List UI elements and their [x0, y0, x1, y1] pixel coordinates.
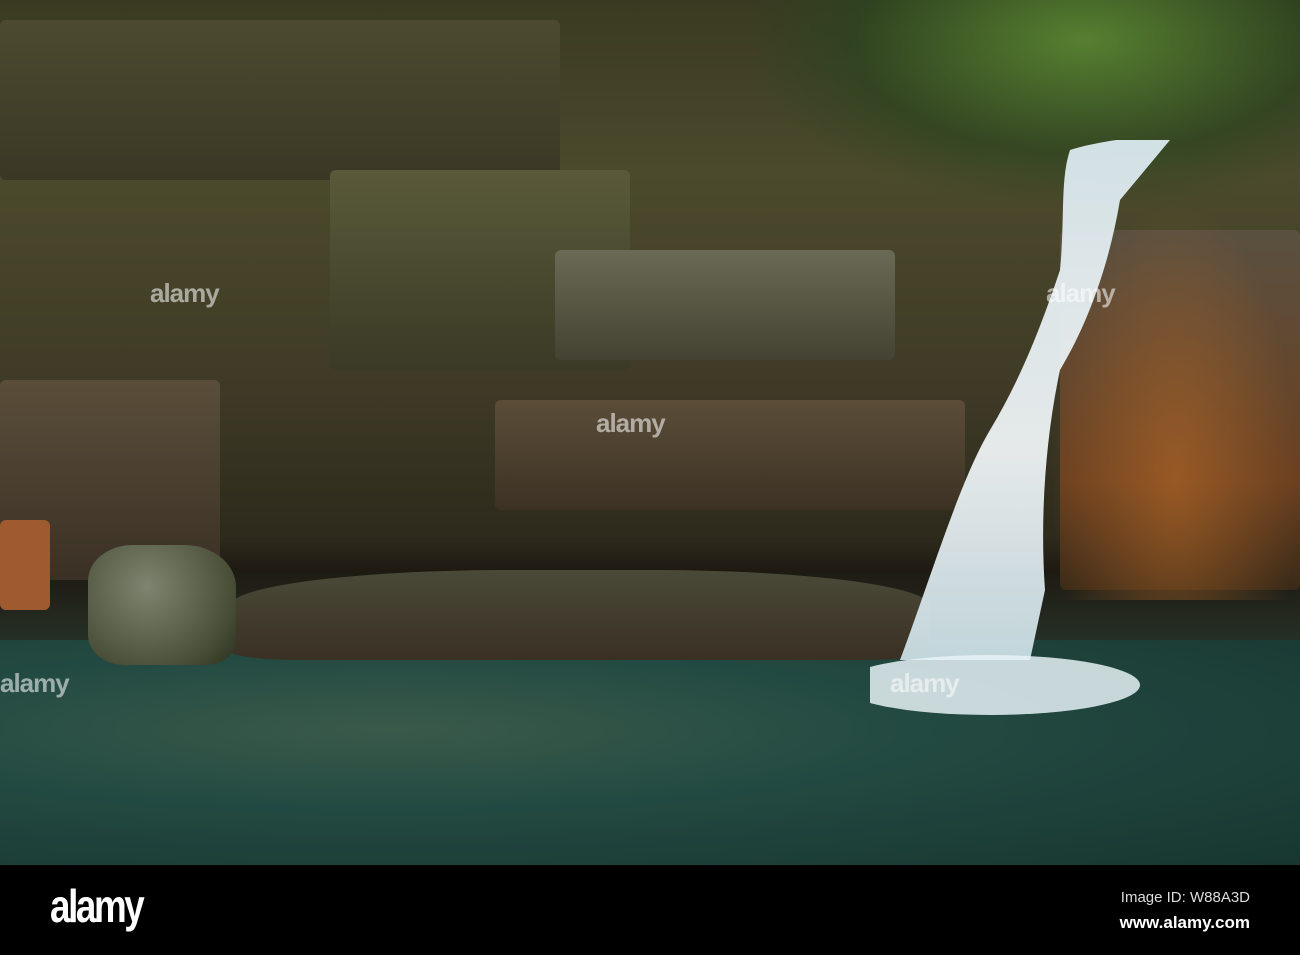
- alamy-logo: alamy: [50, 880, 145, 932]
- rock-block: [0, 20, 560, 180]
- boulder: [88, 545, 236, 665]
- waterfall: [870, 140, 1170, 715]
- footer-bar: alamy Image ID: W88A3D www.alamy.com: [0, 865, 1300, 955]
- waterfall-photo: alamy alamy alamy alamy alamy: [0, 0, 1300, 865]
- image-id: Image ID: W88A3D: [1120, 889, 1250, 906]
- rock-block: [0, 520, 50, 610]
- site-url: www.alamy.com: [1119, 913, 1250, 932]
- watermark: alamy: [890, 668, 960, 698]
- watermark: alamy: [1046, 278, 1116, 308]
- watermark: alamy: [0, 668, 70, 698]
- rock-block: [555, 250, 895, 360]
- watermark: alamy: [596, 408, 666, 438]
- rock-ledge: [230, 570, 930, 660]
- watermark: alamy: [150, 278, 220, 308]
